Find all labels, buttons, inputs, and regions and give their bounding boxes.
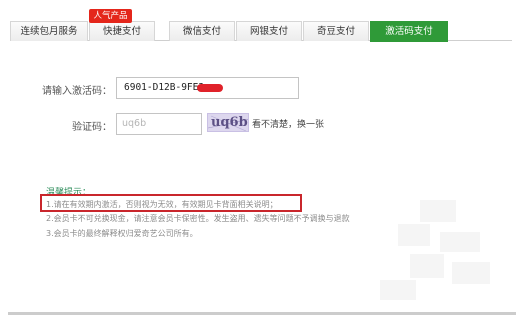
tip-item: 2.会员卡不可兑换现金，请注意会员卡保密性。发生盗用、遗失等问题不予调换与退款 xyxy=(46,214,350,223)
tab-label: 微信支付 xyxy=(182,26,221,37)
hot-product-badge: 人气产品 xyxy=(89,9,132,23)
tab-wechat-pay[interactable]: 微信支付 xyxy=(169,21,235,41)
refresh-captcha-link[interactable]: 看不清楚，换一张 xyxy=(252,117,324,130)
tip-item: 3.会员卡的最终解释权归爱奇艺公司所有。 xyxy=(46,229,198,238)
tab-label: 奇豆支付 xyxy=(316,26,355,37)
tab-online-banking[interactable]: 网银支付 xyxy=(236,21,302,41)
watermark-block xyxy=(380,280,416,300)
watermark-block xyxy=(420,200,456,222)
tab-qidou-pay[interactable]: 奇豆支付 xyxy=(303,21,369,41)
captcha-glyphs: uq6b xyxy=(211,115,248,130)
captcha-label: 验证码： xyxy=(72,122,112,133)
activation-code-label: 请输入激活码： xyxy=(42,86,112,97)
watermark-block xyxy=(440,232,480,252)
payment-tabbar: 连续包月服务 快捷支付 微信支付 网银支付 奇豆支付 激活码支付 xyxy=(10,21,512,42)
tab-label: 激活码支付 xyxy=(385,26,433,37)
watermark-block xyxy=(398,224,430,246)
watermark-block xyxy=(452,262,490,284)
captcha-input[interactable]: uq6b xyxy=(116,113,202,135)
redaction-mark xyxy=(197,84,223,92)
tab-activation-code[interactable]: 激活码支付 xyxy=(370,21,448,42)
watermark-block xyxy=(410,254,444,278)
captcha-image[interactable]: uq6b xyxy=(207,113,249,132)
cropped-text-strip xyxy=(8,312,516,315)
tab-label: 网银支付 xyxy=(249,26,288,37)
tab-quick-pay[interactable]: 快捷支付 xyxy=(89,21,155,41)
tab-label: 快捷支付 xyxy=(102,26,141,37)
tab-label: 连续包月服务 xyxy=(20,26,78,37)
tab-monthly-service[interactable]: 连续包月服务 xyxy=(10,21,88,41)
highlight-annotation-box xyxy=(40,194,302,212)
cropped-caption-text xyxy=(8,311,516,316)
